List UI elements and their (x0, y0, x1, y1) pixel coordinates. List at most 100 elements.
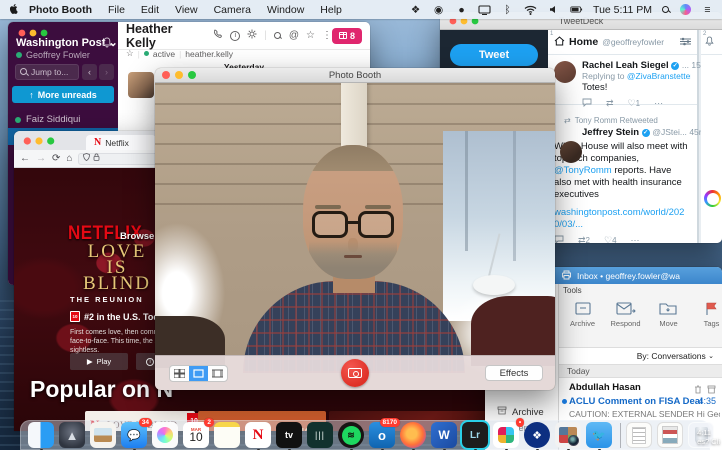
firefox-traffic-lights[interactable] (24, 137, 55, 144)
like-icon[interactable]: ♡4 (604, 235, 617, 243)
preview-dock-icon[interactable] (90, 422, 116, 448)
forward-icon[interactable]: → (36, 153, 46, 164)
word-dock-icon[interactable]: W (431, 422, 457, 448)
sort-dropdown[interactable]: By: Conversations ⌄ (559, 348, 722, 364)
address-bar[interactable] (78, 153, 163, 165)
info-icon[interactable]: i (230, 31, 240, 41)
history-forward-button[interactable]: › (99, 64, 114, 80)
battery-icon[interactable] (570, 3, 583, 16)
tags-button[interactable]: Tags (690, 297, 722, 328)
more-icon[interactable]: ⋯ (654, 98, 663, 109)
downloads-stack-icon[interactable] (657, 422, 683, 448)
notification-center-icon[interactable]: ≡ (701, 3, 714, 16)
menu-help[interactable]: Help (312, 4, 350, 16)
filter-sliders-icon[interactable] (680, 33, 691, 51)
photo-booth-window[interactable]: Photo Booth (155, 68, 555, 390)
menu-edit[interactable]: Edit (133, 4, 167, 16)
mention-link[interactable]: @ZivaBranstetter @... (627, 71, 691, 81)
column-header[interactable]: Home @geoffreyfowler (548, 30, 697, 55)
single-photo-view-button[interactable] (189, 366, 208, 381)
tweet[interactable]: Rachel Leah Siegel ✓ ... 15m Replying to… (548, 55, 697, 105)
notification-fragment[interactable]: 4:11 es? Cli (697, 428, 720, 446)
take-photo-button[interactable] (341, 359, 369, 387)
more-icon[interactable]: ⋯ (631, 235, 640, 243)
photos-dock-icon[interactable] (152, 422, 178, 448)
documents-stack-icon[interactable] (626, 422, 652, 448)
wifi-icon[interactable] (524, 3, 537, 16)
gear-icon[interactable] (247, 29, 257, 42)
reply-icon[interactable] (582, 98, 592, 109)
menu-view[interactable]: View (167, 4, 206, 16)
search-icon[interactable] (274, 32, 282, 40)
avatar[interactable] (704, 190, 721, 207)
eye-status-icon[interactable]: ◉ (432, 3, 445, 16)
reply-icon[interactable] (554, 235, 564, 243)
photo-booth-dock-icon[interactable] (555, 422, 581, 448)
tweet-button[interactable]: Tweet (450, 44, 538, 66)
notes-dock-icon[interactable] (214, 422, 240, 448)
tweet-link[interactable]: washingtonpost.com/world/2020/03/... (554, 207, 691, 231)
dot-status-icon[interactable]: ● (455, 3, 468, 16)
gift-badge[interactable]: 8 (332, 28, 362, 44)
avatar[interactable] (560, 141, 582, 163)
lightroom-dock-icon[interactable]: Lr (462, 422, 488, 448)
four-up-view-button[interactable] (170, 366, 189, 381)
volume-icon[interactable] (547, 3, 560, 16)
star-icon[interactable]: ☆ (306, 30, 315, 41)
dropbox-dock-icon[interactable]: ❖ (524, 422, 550, 448)
menu-app-name[interactable]: Photo Booth (21, 4, 100, 16)
home-icon[interactable]: ⌂ (66, 153, 72, 164)
phone-icon[interactable] (213, 29, 223, 42)
lock-icon[interactable] (93, 153, 100, 164)
mention-link[interactable]: @TonyRomm (554, 165, 612, 176)
folder-archive[interactable]: Archive (497, 406, 544, 418)
reload-icon[interactable]: ⟳ (52, 153, 60, 164)
column-header[interactable] (701, 30, 722, 55)
menu-bar-clock[interactable]: Tue 5:11 PM (593, 4, 652, 16)
netflix-dock-icon[interactable]: N (245, 422, 271, 448)
more-options-icon[interactable]: ⋮ (322, 30, 332, 41)
ribbon-tab-tools[interactable]: Tools (563, 286, 582, 295)
twitter-dock-icon[interactable]: 🐦 (586, 422, 612, 448)
firefox-dock-icon[interactable] (400, 422, 426, 448)
finder-dock-icon[interactable] (28, 422, 54, 448)
audio-app-dock-icon[interactable]: ||| (307, 422, 333, 448)
back-icon[interactable]: ← (20, 153, 30, 164)
menu-camera[interactable]: Camera (206, 4, 259, 16)
avatar[interactable] (128, 72, 154, 98)
messages-dock-icon[interactable]: 💬34 (121, 422, 147, 448)
avatar[interactable] (554, 61, 576, 83)
play-button[interactable]: ▶Play (70, 353, 128, 370)
siri-icon[interactable] (680, 4, 691, 15)
retweet-icon[interactable]: ⇄2 (578, 235, 590, 243)
effects-button[interactable]: Effects (485, 365, 543, 381)
slack-dock-icon[interactable]: • (493, 422, 519, 448)
mentions-icon[interactable]: @ (289, 30, 299, 41)
star-icon[interactable]: ☆ (126, 48, 134, 59)
apple-menu-icon[interactable] (8, 3, 21, 16)
history-back-button[interactable]: ‹ (82, 64, 97, 80)
spotify-dock-icon[interactable]: ≋ (338, 422, 364, 448)
outlook-dock-icon[interactable]: o8170 (369, 422, 395, 448)
menu-file[interactable]: File (100, 4, 133, 16)
appletv-dock-icon[interactable]: tv (276, 422, 302, 448)
bell-icon[interactable] (102, 37, 112, 51)
display-mirroring-icon[interactable] (478, 3, 491, 16)
like-icon[interactable]: ♡1 (628, 98, 641, 109)
spotlight-icon[interactable] (662, 6, 670, 14)
bluetooth-icon[interactable]: ᛒ (501, 3, 514, 16)
launchpad-dock-icon[interactable]: ▲ (59, 422, 85, 448)
retweet-icon[interactable]: ⇄ (606, 98, 614, 109)
movie-view-button[interactable] (208, 366, 227, 381)
slack-jump-to-input[interactable]: Jump to... (15, 64, 79, 80)
slack-dm-faiz[interactable]: Faiz Siddiqui (8, 111, 118, 128)
dropbox-status-icon[interactable]: ❖ (409, 3, 422, 16)
shield-icon[interactable] (83, 153, 90, 164)
browser-tab-netflix[interactable]: NNetflix (86, 135, 156, 150)
more-unreads-banner[interactable]: ↑More unreads (12, 86, 114, 103)
move-button[interactable]: Move (647, 297, 690, 328)
archive-button[interactable]: Archive (561, 297, 604, 328)
calendar-dock-icon[interactable]: MAR10 2 (183, 422, 209, 448)
respond-button[interactable]: Respond (604, 297, 647, 328)
tweet[interactable]: ⇄Tony Romm Retweeted Jeffrey Stein ✓ @JS… (548, 111, 697, 243)
